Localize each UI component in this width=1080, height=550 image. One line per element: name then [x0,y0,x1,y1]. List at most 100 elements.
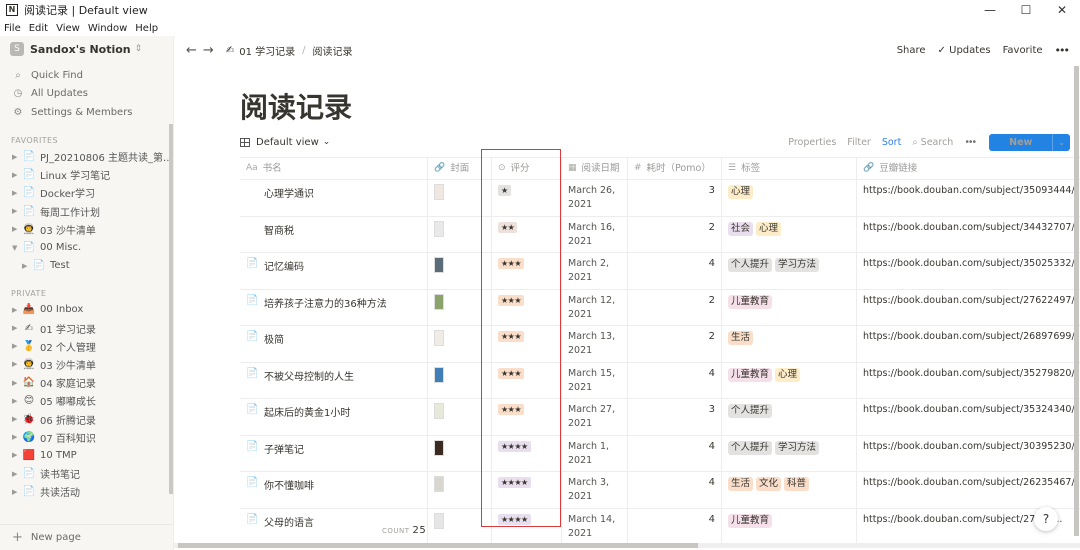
read-date-cell[interactable]: March 1, 2021 [562,435,628,471]
book-title[interactable]: 子弹笔记 [264,441,304,456]
douban-link-cell[interactable]: https://book.douban.com/subject/35324340… [857,399,1080,435]
book-title[interactable]: 你不懂咖啡 [264,477,314,492]
table-row[interactable]: 智商税 ★★ March 16, 2021 2 社会 心理 https://book.dou… [240,216,1080,253]
read-date-cell[interactable]: March 27, 2021 [562,399,628,435]
sidebar-page-item[interactable]: ▶ 😊 05 嘟嘟成长 [0,392,173,410]
scrollbar-thumb[interactable] [178,543,698,548]
favorite-button[interactable]: Favorite [1003,45,1043,56]
title-cell[interactable]: 心理学通识 [240,180,428,216]
tags-cell[interactable]: 个人提升 学习方法 [722,435,857,471]
book-cover-thumbnail[interactable] [434,293,444,310]
table-row[interactable]: 📄 不被父母控制的人生 ★★★ March 15, 2021 4 儿童教育 心理 https:… [240,362,1080,399]
rating-cell[interactable]: ★★★ [492,253,562,289]
main-vertical-scrollbar[interactable] [1074,66,1079,536]
sidebar-page-item[interactable]: ▶ ✍ 01 学习记录 [0,319,173,337]
sidebar-page-item[interactable]: ▶ 📄 读书笔记 [0,465,173,483]
book-title[interactable]: 不被父母控制的人生 [264,368,354,383]
title-cell[interactable]: 📄 起床后的黄金1小时 [240,399,428,435]
forward-arrow-icon[interactable]: → [203,43,214,58]
pomo-cell[interactable]: 3 [628,180,722,216]
sidebar-quick-find[interactable]: ⌕ Quick Find [0,66,173,85]
read-date-cell[interactable]: March 13, 2021 [562,326,628,362]
filter-button[interactable]: Filter [847,137,871,148]
douban-link-cell[interactable]: https://book.douban.com/subject/30395230… [857,436,1080,472]
view-selector[interactable]: Default view ⌄ [240,137,330,148]
sidebar-page-item[interactable]: ▶ 🏠 04 家庭记录 [0,374,173,392]
triangle-right-icon[interactable]: ▶ [12,324,22,332]
sidebar-page-item[interactable]: ▶ 📄 Linux 学习笔记 [0,166,173,184]
triangle-right-icon[interactable]: ▶ [12,153,22,161]
pomo-cell[interactable]: 3 [628,399,722,435]
book-title[interactable]: 记忆编码 [264,258,304,273]
book-cover-thumbnail[interactable] [434,476,444,492]
table-row[interactable]: 📄 极简 ★★★ March 13, 2021 2 生活 https://book.doub… [240,326,1080,363]
rating-cell[interactable]: ★★★★ [492,508,562,544]
book-title[interactable]: 父母的语言 [264,514,314,529]
header-pomo[interactable]: # 耗时（Pomo） [628,158,722,179]
pomo-cell[interactable]: 4 [628,253,722,289]
douban-link-cell[interactable]: https://book.douban.com/subject/35025332… [857,253,1080,289]
header-rating[interactable]: ⊙ 评分 [492,158,562,179]
book-cover-thumbnail[interactable] [434,220,444,237]
cover-cell[interactable] [428,180,492,216]
maximize-button[interactable]: ☐ [1008,0,1044,20]
sidebar-page-item[interactable]: ▶ 🌍 07 百科知识 [0,428,173,446]
book-title[interactable]: 心理学通识 [264,185,314,200]
header-douban-link[interactable]: 🔗 豆瓣链接 [857,158,1080,179]
book-cover-thumbnail[interactable] [434,366,444,383]
help-button[interactable]: ? [1034,507,1058,531]
tags-cell[interactable]: 社会 心理 [722,216,857,252]
more-options-icon[interactable]: ••• [1055,44,1071,57]
book-title[interactable]: 培养孩子注意力的36种方法 [264,295,387,310]
triangle-right-icon[interactable]: ▶ [12,171,22,179]
properties-button[interactable]: Properties [788,137,836,148]
read-date-cell[interactable]: March 15, 2021 [562,362,628,398]
sidebar-page-item[interactable]: ▶ 📄 共读活动 [0,483,173,501]
cover-cell[interactable] [428,435,492,471]
table-horizontal-scrollbar[interactable] [174,543,1080,548]
cover-cell[interactable] [428,253,492,289]
rating-cell[interactable]: ★★★ [492,362,562,398]
book-title[interactable]: 极简 [264,331,284,346]
read-date-cell[interactable]: March 16, 2021 [562,216,628,252]
page-title[interactable]: 阅读记录 [240,86,352,126]
triangle-right-icon[interactable]: ▶ [12,470,22,478]
sidebar-settings[interactable]: ⚙ Settings & Members [0,103,173,122]
search-button[interactable]: ⌕ Search [912,137,953,148]
table-row[interactable]: 📄 培养孩子注意力的36种方法 ★★★ March 12, 2021 2 儿童教育 http… [240,289,1080,326]
sidebar-page-item[interactable]: ▶ 👨‍🚀 03 沙牛清单 [0,355,173,373]
rating-cell[interactable]: ★★★★ [492,435,562,471]
table-row[interactable]: 📄 子弹笔记 ★★★★ March 1, 2021 4 个人提升 学习方法 https://b… [240,435,1080,472]
menu-help[interactable]: Help [135,23,158,34]
table-row[interactable]: 📄 记忆编码 ★★★ March 2, 2021 4 个人提升 学习方法 https://bo… [240,253,1080,290]
sidebar-page-item[interactable]: ▶ 📄 PJ_20210806 主题共读_第... [0,148,173,166]
sidebar-page-item[interactable]: ▶ 📥 00 Inbox [0,301,173,319]
pomo-cell[interactable]: 4 [628,472,722,508]
sidebar-page-item[interactable]: ▶ 🟥 10 TMP [0,446,173,464]
rating-cell[interactable]: ★★★★ [492,472,562,508]
triangle-right-icon[interactable]: ▶ [12,207,22,215]
new-button[interactable]: New ⌄ [989,133,1070,151]
rating-cell[interactable]: ★ [492,180,562,216]
view-more-icon[interactable]: ••• [964,137,977,148]
sidebar-all-updates[interactable]: ◷ All Updates [0,85,173,104]
read-date-cell[interactable]: March 26, 2021 [562,180,628,216]
book-cover-thumbnail[interactable] [434,330,444,346]
triangle-right-icon[interactable]: ▶ [12,306,22,314]
douban-link-cell[interactable]: https://book.douban.com/subject/27622497… [857,290,1080,326]
close-button[interactable]: ✕ [1044,0,1080,20]
triangle-right-icon[interactable]: ▶ [12,488,22,496]
pomo-cell[interactable]: 2 [628,216,722,252]
book-title[interactable]: 智商税 [264,222,294,237]
read-date-cell[interactable]: March 12, 2021 [562,289,628,325]
header-title[interactable]: Aa 书名 [240,158,428,179]
douban-link-cell[interactable]: https://book.douban.com/subject/26897699… [857,326,1080,362]
cover-cell[interactable] [428,472,492,508]
douban-link-cell[interactable]: https://book.douban.com/subject/35093444… [857,180,1080,216]
table-row[interactable]: 📄 你不懂咖啡 ★★★★ March 3, 2021 4 生活 文化 科普 https://bo… [240,472,1080,509]
triangle-right-icon[interactable]: ▶ [12,397,22,405]
triangle-right-icon[interactable]: ▶ [12,415,22,423]
read-date-cell[interactable]: March 2, 2021 [562,253,628,289]
sort-button[interactable]: Sort [882,137,901,148]
triangle-right-icon[interactable]: ▶ [12,360,22,368]
